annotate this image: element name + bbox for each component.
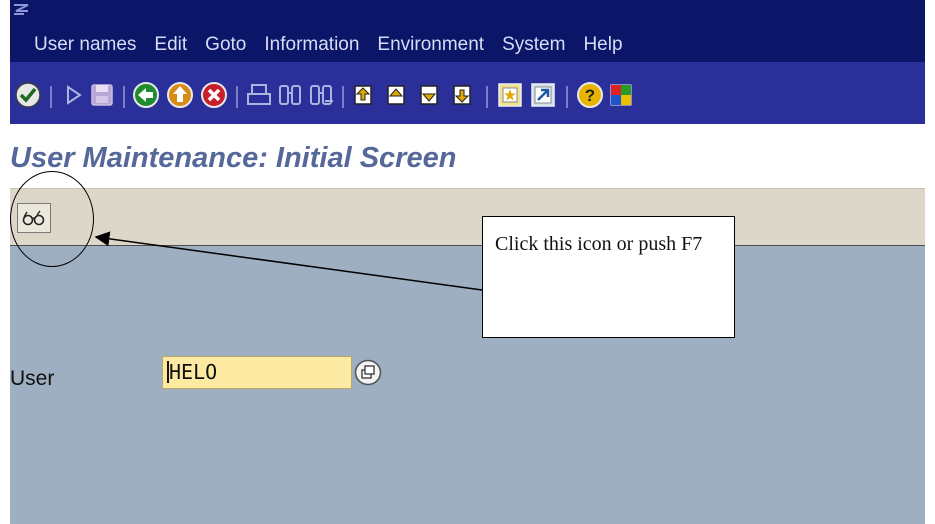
sap-window: User names Edit Goto Information Environ… [10, 0, 925, 524]
callout-arrow [94, 231, 483, 291]
